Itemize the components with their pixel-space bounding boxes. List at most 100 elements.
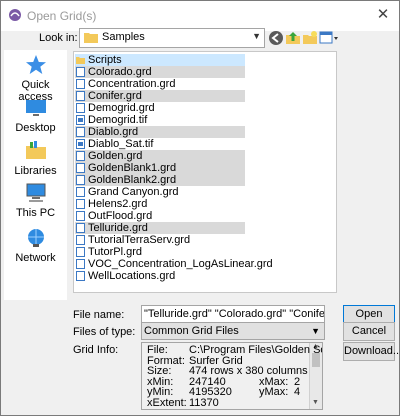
libraries-icon	[26, 141, 46, 159]
grid-file-icon	[76, 91, 85, 101]
file-row[interactable]: WellLocations.grd	[75, 270, 245, 282]
file-name: Concentration.grd	[88, 78, 176, 90]
grid-file-icon	[76, 79, 85, 89]
file-name: Diablo.grd	[88, 126, 139, 138]
file-name: TutorPl.grd	[88, 246, 143, 258]
file-row[interactable]: Demogrid.tif	[75, 114, 245, 126]
file-name: WellLocations.grd	[88, 270, 176, 282]
chevron-down-icon: ▼	[252, 31, 261, 41]
file-row[interactable]: Demogrid.grd	[75, 102, 245, 114]
info-key: xExtent:	[147, 396, 187, 409]
grid-file-icon	[76, 223, 85, 233]
places-bar: Quick access Desktop Libraries This PC N…	[4, 50, 67, 300]
grid-file-icon	[76, 67, 85, 77]
file-name: Diablo_Sat.tif	[88, 138, 154, 150]
title-bar: Open Grid(s) ✕	[1, 1, 399, 31]
file-row[interactable]: Diablo_Sat.tif	[75, 138, 245, 150]
place-label: Libraries	[14, 165, 57, 177]
place-label: This PC	[15, 207, 56, 219]
file-row[interactable]: Helens2.grd	[75, 198, 245, 210]
place-libraries[interactable]: Libraries	[4, 139, 67, 179]
grid-file-icon	[76, 199, 85, 209]
grid-file-icon	[76, 163, 85, 173]
file-row[interactable]: VOC_Concentration_LogAsLinear.grd	[75, 258, 273, 270]
cancel-button[interactable]: Cancel	[343, 322, 395, 341]
place-label: Desktop	[15, 122, 56, 134]
place-desktop[interactable]: Desktop	[4, 96, 67, 136]
grid-file-icon	[76, 271, 85, 281]
grid-file-icon	[76, 127, 85, 137]
grid-file-icon	[76, 247, 85, 257]
place-label: Network	[15, 252, 56, 264]
place-this-pc[interactable]: This PC	[4, 181, 67, 221]
lookin-value: Samples	[102, 31, 145, 43]
file-row[interactable]: TutorialTerraServ.grd	[75, 234, 245, 246]
file-name: VOC_Concentration_LogAsLinear.grd	[88, 258, 273, 270]
file-row[interactable]: Telluride.grd	[75, 222, 245, 234]
file-name: TutorialTerraServ.grd	[88, 234, 191, 246]
file-row[interactable]: GoldenBlank2.grd	[75, 174, 245, 186]
file-name: Scripts	[88, 54, 122, 66]
place-network[interactable]: Network	[4, 226, 67, 266]
filetype-dropdown[interactable]: Common Grid Files ▼	[141, 322, 325, 340]
folder-row[interactable]: Scripts	[75, 54, 245, 66]
filetype-value: Common Grid Files	[144, 325, 239, 337]
lookin-label: Look in:	[39, 32, 78, 44]
desktop-icon	[26, 100, 46, 116]
grid-file-icon	[76, 175, 85, 185]
file-name: Demogrid.grd	[88, 102, 155, 114]
grid-file-icon	[76, 259, 85, 269]
info-key: yMax:	[259, 386, 289, 398]
file-row[interactable]: Golden.grd	[75, 150, 245, 162]
close-icon[interactable]: ✕	[371, 4, 395, 26]
computer-icon	[26, 183, 46, 202]
grid-file-icon	[76, 151, 85, 161]
scroll-down-icon[interactable]: ▼	[312, 399, 319, 406]
file-row[interactable]: Diablo.grd	[75, 126, 245, 138]
file-row[interactable]: TutorPl.grd	[75, 246, 245, 258]
file-row[interactable]: Colorado.grd	[75, 66, 245, 78]
filetype-label: Files of type:	[73, 326, 136, 338]
grid-info-panel: ▲ ▼ File:C:\Program Files\Golden Softwar…	[141, 342, 323, 410]
new-folder-icon[interactable]	[302, 30, 318, 46]
file-name: Helens2.grd	[88, 198, 148, 210]
open-grid-dialog: Open Grid(s) ✕ Look in: Samples ▼ Quick …	[0, 0, 400, 416]
info-value: 4	[294, 386, 301, 398]
info-value: 11370	[189, 396, 219, 409]
file-name: Conifer.grd	[88, 90, 142, 102]
file-row[interactable]: Conifer.grd	[75, 90, 245, 102]
file-row[interactable]: OutFlood.grd	[75, 210, 245, 222]
gridinfo-label: Grid Info:	[73, 344, 119, 356]
window-title: Open Grid(s)	[27, 9, 97, 23]
download-button[interactable]: Download...	[343, 342, 400, 361]
grid-file-icon	[76, 235, 85, 245]
filename-value: "Telluride.grd" "Colorado.grd" "Conifer.…	[144, 308, 325, 320]
lookin-dropdown[interactable]: Samples ▼	[79, 28, 265, 48]
file-name: OutFlood.grd	[88, 210, 153, 222]
folder-icon	[76, 57, 85, 64]
folder-icon	[84, 33, 98, 43]
filename-input[interactable]: "Telluride.grd" "Colorado.grd" "Conifer.…	[141, 305, 325, 323]
grid-file-icon	[76, 211, 85, 221]
file-list[interactable]: Scripts Colorado.grd Concentration.grd Coni…	[73, 51, 337, 293]
file-row[interactable]: Grand Canyon.grd	[75, 186, 245, 198]
filename-label: File name:	[73, 309, 125, 321]
app-icon	[9, 9, 21, 21]
file-name: Demogrid.tif	[88, 114, 148, 126]
file-name: GoldenBlank1.grd	[88, 162, 177, 174]
view-menu-icon[interactable]	[319, 30, 339, 46]
file-row[interactable]: Concentration.grd	[75, 78, 245, 90]
file-row[interactable]: GoldenBlank1.grd	[75, 162, 245, 174]
file-name: Golden.grd	[88, 150, 143, 162]
file-name: GoldenBlank2.grd	[88, 174, 177, 186]
back-icon[interactable]	[268, 30, 284, 46]
up-folder-icon[interactable]	[285, 30, 301, 46]
file-name: Colorado.grd	[88, 66, 152, 78]
image-file-icon	[76, 115, 85, 125]
grid-file-icon	[76, 103, 85, 113]
image-file-icon	[76, 139, 85, 149]
grid-file-icon	[76, 187, 85, 197]
file-name: Grand Canyon.grd	[88, 186, 179, 198]
place-quick-access[interactable]: Quick access	[4, 53, 67, 103]
star-icon	[26, 55, 46, 74]
